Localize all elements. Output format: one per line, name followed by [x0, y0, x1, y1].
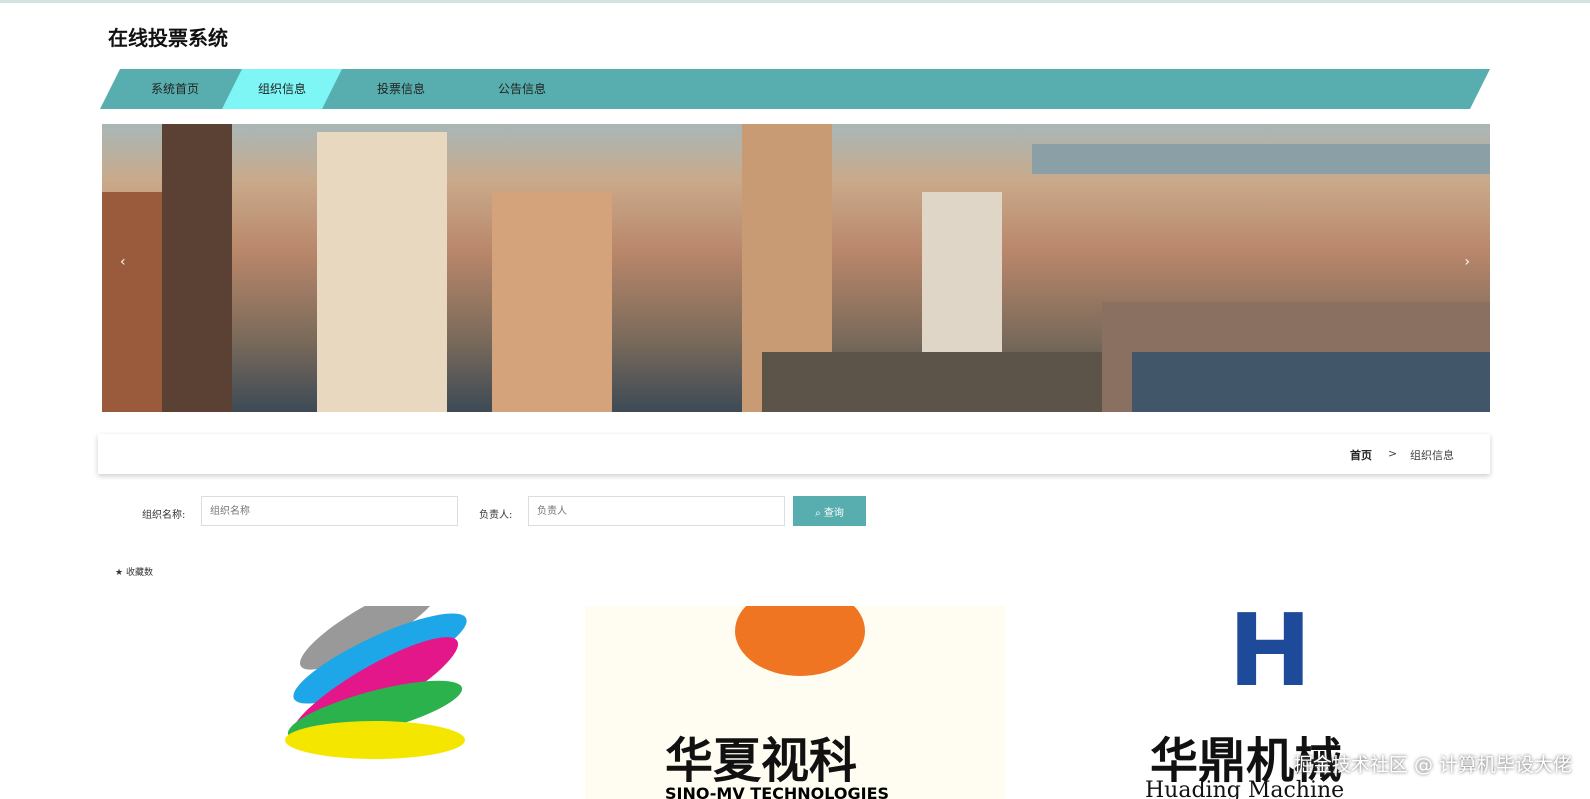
sort-favorites[interactable]: ★ 收藏数 — [115, 565, 153, 578]
watermark: 掘金技术社区 @ 计算机毕设大佬 — [1293, 754, 1572, 776]
org-name: 华夏视科 — [665, 733, 858, 789]
nav-notices[interactable]: 公告信息 — [462, 69, 582, 109]
breadcrumb-separator: > — [1388, 447, 1398, 460]
carousel-prev-icon[interactable]: ‹ — [120, 254, 126, 270]
org-card[interactable] — [140, 606, 560, 799]
search-button-label: 查询 — [823, 507, 844, 519]
org-subtitle: Huading Machine — [1145, 778, 1345, 799]
breadcrumb-home[interactable]: 首页 — [1350, 447, 1372, 463]
nav-home[interactable]: 系统首页 — [115, 69, 235, 109]
sort-favorites-label: 收藏数 — [125, 568, 153, 578]
search-icon: ⌕ — [815, 507, 824, 519]
nav-votes[interactable]: 投票信息 — [341, 69, 461, 109]
person-input[interactable] — [528, 496, 785, 526]
breadcrumb: 首页 > 组织信息 — [98, 434, 1490, 474]
org-name-input[interactable] — [201, 496, 458, 526]
site-title: 在线投票系统 — [108, 26, 228, 50]
person-label: 负责人: — [479, 510, 513, 521]
search-button[interactable]: ⌕ 查询 — [793, 496, 866, 526]
main-nav: 系统首页 组织信息 投票信息 公告信息 — [100, 69, 1490, 109]
carousel-banner[interactable]: ‹ › — [102, 124, 1490, 412]
breadcrumb-current: 组织信息 — [1410, 449, 1454, 462]
star-icon: ★ — [115, 568, 124, 578]
top-border — [0, 0, 1590, 3]
nav-organization[interactable]: 组织信息 — [222, 69, 342, 109]
org-name-label: 组织名称: — [142, 510, 186, 521]
carousel-next-icon[interactable]: › — [1464, 254, 1470, 270]
org-subtitle: SINO-MV TECHNOLOGIES — [665, 784, 890, 799]
org-logo: H — [1228, 606, 1312, 709]
org-card[interactable]: 华夏视科 SINO-MV TECHNOLOGIES — [585, 606, 1005, 799]
org-logo — [735, 606, 865, 676]
